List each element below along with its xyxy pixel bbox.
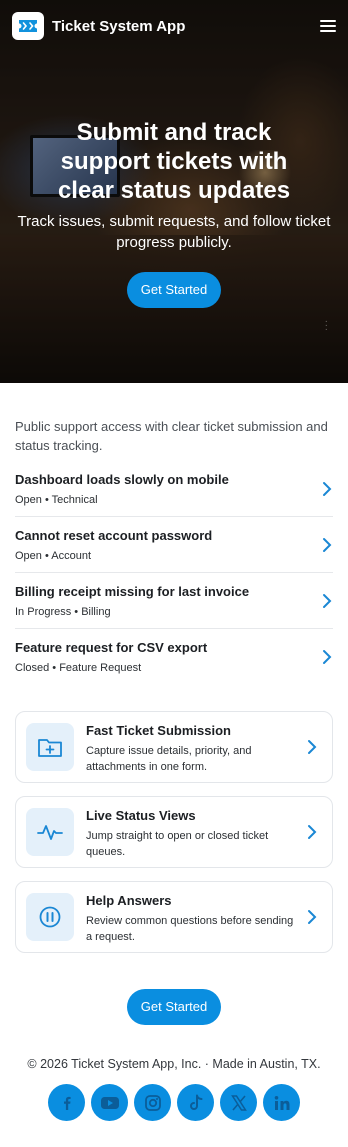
chevron-right-icon <box>308 910 317 924</box>
linkedin-icon[interactable] <box>263 1084 300 1121</box>
ticket-meta: Open • Technical <box>15 493 98 506</box>
carousel-dots-icon: · · · <box>324 316 328 335</box>
ticket-list: Dashboard loads slowly on mobile Open • … <box>15 461 333 685</box>
copyright-text: © 2026 Ticket System App, Inc. · Made in… <box>27 1057 321 1071</box>
ticket-item[interactable]: Cannot reset account password Open • Acc… <box>15 517 333 573</box>
activity-pulse-icon <box>26 808 74 856</box>
bottom-get-started-button[interactable]: Get Started <box>126 989 222 1025</box>
chevron-right-icon <box>323 481 332 496</box>
facebook-icon[interactable] <box>48 1084 85 1121</box>
folder-plus-icon <box>26 723 74 771</box>
youtube-icon[interactable] <box>91 1084 128 1121</box>
feature-card-live-status[interactable]: Live Status Views Jump straight to open … <box>15 796 333 868</box>
instagram-icon[interactable] <box>134 1084 171 1121</box>
feature-description: Jump straight to open or closed ticket q… <box>86 830 269 858</box>
ticket-meta: In Progress • Billing <box>15 605 111 618</box>
feature-card-fast-submission[interactable]: Fast Ticket Submission Capture issue det… <box>15 711 333 783</box>
hero-subtitle: Track issues, submit requests, and follo… <box>17 213 331 251</box>
feature-description: Capture issue details, priority, and att… <box>86 745 252 773</box>
ticket-title: Dashboard loads slowly on mobile <box>15 471 229 487</box>
ticket-item[interactable]: Dashboard loads slowly on mobile Open • … <box>15 461 333 517</box>
hero-content: Submit and track support tickets with cl… <box>0 118 348 308</box>
x-icon[interactable] <box>220 1084 257 1121</box>
ticket-meta: Closed • Feature Request <box>15 662 142 674</box>
chevron-right-icon <box>323 537 332 552</box>
top-navbar: Ticket System App <box>0 0 348 52</box>
chevron-right-icon <box>308 740 317 754</box>
pause-circle-icon <box>26 893 74 941</box>
main-content: Public support access with clear ticket … <box>0 417 348 1139</box>
feature-list: Fast Ticket Submission Capture issue det… <box>15 711 333 953</box>
feature-title: Fast Ticket Submission <box>86 723 231 738</box>
ticket-title: Billing receipt missing for last invoice <box>15 583 250 599</box>
ticket-item[interactable]: Billing receipt missing for last invoice… <box>15 573 333 629</box>
ticket-title: Feature request for CSV export <box>15 640 208 655</box>
chevron-right-icon <box>323 650 332 664</box>
ticket-item[interactable]: Feature request for CSV export Closed • … <box>15 629 333 685</box>
intro-text: Public support access with clear ticket … <box>15 419 328 453</box>
app-name[interactable]: Ticket System App <box>52 18 185 35</box>
chevron-right-icon <box>308 825 317 839</box>
social-links <box>15 1084 333 1139</box>
hero-title: Submit and track support tickets with cl… <box>57 119 291 204</box>
ticket-icon[interactable] <box>12 12 44 40</box>
chevron-right-icon <box>323 593 332 608</box>
feature-title: Live Status Views <box>86 808 196 823</box>
ticket-title: Cannot reset account password <box>15 527 213 543</box>
footer: © 2026 Ticket System App, Inc. · Made in… <box>15 1057 333 1139</box>
feature-title: Help Answers <box>86 893 172 908</box>
tiktok-icon[interactable] <box>177 1084 214 1121</box>
bottom-cta: Get Started <box>15 989 333 1025</box>
hamburger-menu-icon[interactable] <box>320 20 336 32</box>
hero-section: Ticket System App Submit and track suppo… <box>0 0 348 383</box>
feature-card-help-answers[interactable]: Help Answers Review common questions bef… <box>15 881 333 953</box>
hero-get-started-button[interactable]: Get Started <box>126 272 222 308</box>
ticket-meta: Open • Account <box>15 549 92 562</box>
feature-description: Review common questions before sending a… <box>86 915 294 943</box>
